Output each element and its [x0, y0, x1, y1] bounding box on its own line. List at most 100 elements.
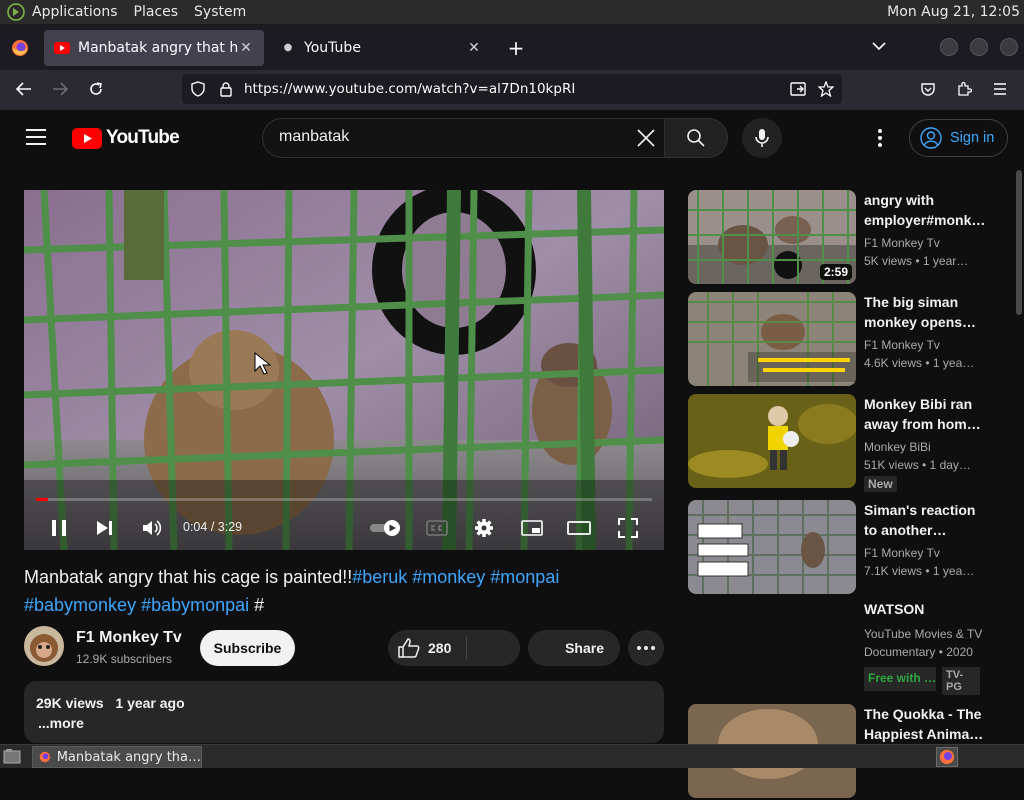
free-with-ads-badge: Free with … [864, 667, 936, 691]
recommendation-thumbnail[interactable] [688, 500, 856, 594]
recommendation-channel[interactable]: F1 Monkey Tv [864, 338, 940, 352]
youtube-favicon-icon [54, 41, 70, 54]
like-button[interactable]: 280 [398, 630, 451, 666]
subscribe-button[interactable]: Subscribe [200, 630, 295, 666]
voice-search-button[interactable] [742, 118, 782, 158]
guide-menu-icon[interactable] [26, 129, 46, 145]
recommendation-thumbnail[interactable] [688, 292, 856, 386]
firefox-icon [39, 751, 51, 763]
gear-icon [475, 519, 493, 537]
recommendation-item[interactable]: 2:59 angry with employer#monk… F1 Monkey… [688, 190, 1018, 286]
recommendation-channel[interactable]: F1 Monkey Tv [864, 236, 940, 250]
address-bar[interactable]: https://www.youtube.com/watch?v=al7Dn10k… [182, 74, 842, 104]
subtitles-button[interactable] [422, 514, 452, 542]
bookmark-star-icon[interactable] [818, 81, 834, 97]
total-duration: 3:29 [217, 520, 243, 534]
menu-places[interactable]: Places [134, 4, 179, 20]
next-button[interactable] [90, 514, 120, 542]
thumbs-up-icon [398, 638, 420, 658]
recommendation-item[interactable]: Siman's reaction to another… F1 Monkey T… [688, 500, 1018, 596]
gnome-foot-icon[interactable] [6, 2, 26, 22]
search-button[interactable] [664, 118, 728, 158]
recommendation-item[interactable]: Monkey Bibi ran away from hom… Monkey Bi… [688, 394, 1018, 492]
recommendation-title[interactable]: Siman's reaction to another… [864, 500, 1012, 540]
dislike-button[interactable] [472, 630, 516, 666]
page-scrollbar[interactable] [1016, 170, 1022, 315]
show-more-link[interactable]: ...more [38, 715, 84, 731]
fullscreen-button[interactable] [613, 514, 643, 542]
show-desktop-icon[interactable] [2, 748, 22, 766]
movie-recommendation[interactable]: WATSON YouTube Movies & TV Documentary •… [864, 601, 1014, 695]
search-input[interactable] [279, 128, 619, 146]
video-player[interactable]: 0:04 / 3:29 [24, 190, 664, 550]
firefox-icon[interactable] [0, 25, 40, 70]
recommendation-meta: 5K views • 1 year… [864, 254, 969, 268]
app-menu-icon[interactable] [986, 75, 1014, 103]
title-line: The big siman [864, 294, 959, 310]
list-all-tabs-button[interactable] [868, 35, 890, 57]
minimize-button[interactable] [940, 38, 958, 56]
clear-search-icon[interactable] [635, 127, 657, 149]
movie-title[interactable]: WATSON [864, 601, 1014, 617]
video-title-text: Manbatak angry that his cage is painted!… [24, 567, 353, 587]
hashtags-line-2[interactable]: #babymonkey #babymonpai [24, 595, 249, 615]
back-button[interactable] [10, 75, 38, 103]
youtube-logo[interactable]: YouTube [72, 127, 180, 149]
channel-name[interactable]: F1 Monkey Tv [76, 629, 182, 647]
recommendation-channel[interactable]: Monkey BiBi [864, 440, 931, 454]
taskbar-window-firefox[interactable]: Manbatak angry tha… [32, 746, 202, 768]
settings-menu-button[interactable] [870, 126, 890, 150]
menu-system[interactable]: System [194, 4, 246, 20]
close-tab-icon[interactable]: ✕ [466, 40, 482, 56]
more-actions-button[interactable] [628, 630, 664, 666]
miniplayer-button[interactable] [517, 514, 547, 542]
hashtags-line-1[interactable]: #beruk #monkey #monpai [352, 567, 559, 587]
lock-icon[interactable] [218, 81, 234, 97]
recommendation-thumbnail[interactable] [688, 394, 856, 488]
recommendation-title[interactable]: The Quokka - The Happiest Anima… [864, 704, 1012, 744]
system-clock[interactable]: Mon Aug 21, 12:05 [887, 4, 1020, 20]
maximize-button[interactable] [970, 38, 988, 56]
menu-applications[interactable]: Applications [32, 4, 118, 20]
workspace-switcher[interactable] [936, 747, 958, 767]
browser-tab-bar: Manbatak angry that his cage is painted … [0, 25, 1024, 70]
like-divider [466, 636, 467, 660]
tab-youtube[interactable]: ● YouTube ✕ [270, 30, 492, 66]
recommendation-thumbnail[interactable]: 2:59 [688, 190, 856, 284]
channel-avatar[interactable] [24, 626, 64, 666]
reader-view-icon[interactable] [790, 81, 806, 97]
close-tab-icon[interactable]: ✕ [238, 40, 254, 56]
extensions-icon[interactable] [950, 75, 978, 103]
recommendation-item[interactable]: The big siman monkey opens… F1 Monkey Tv… [688, 292, 1018, 388]
settings-button[interactable] [469, 514, 499, 542]
recommendation-title[interactable]: Monkey Bibi ran away from hom… [864, 394, 1012, 434]
shield-icon[interactable] [190, 81, 206, 97]
microphone-icon [755, 129, 769, 147]
close-window-button[interactable] [1000, 38, 1018, 56]
pocket-icon[interactable] [914, 75, 942, 103]
progress-played [36, 498, 49, 501]
sign-in-button[interactable]: Sign in [909, 119, 1008, 157]
window-controls [940, 38, 1018, 56]
pause-button[interactable] [44, 514, 74, 542]
youtube-wordmark: YouTube [106, 127, 180, 148]
search-box[interactable] [262, 118, 664, 158]
tab-title: Manbatak angry that his cage is painted [78, 39, 238, 56]
time-separator: / [210, 520, 218, 534]
recommendation-channel[interactable]: F1 Monkey Tv [864, 546, 940, 560]
share-button[interactable]: Share [528, 630, 620, 666]
autoplay-toggle[interactable] [368, 514, 404, 542]
forward-button[interactable] [46, 75, 74, 103]
theater-mode-button[interactable] [564, 514, 594, 542]
recommendation-title[interactable]: The big siman monkey opens… [864, 292, 1012, 332]
mute-button[interactable] [137, 514, 167, 542]
new-tab-button[interactable]: + [502, 34, 530, 62]
title-line: Happiest Anima… [864, 726, 984, 742]
closed-captions-icon [426, 520, 448, 536]
progress-bar[interactable] [36, 498, 652, 501]
recommendation-title[interactable]: angry with employer#monk… [864, 190, 1012, 230]
reload-button[interactable] [82, 75, 110, 103]
tab-video[interactable]: Manbatak angry that his cage is painted … [44, 29, 264, 66]
autoplay-toggle-icon [370, 520, 400, 536]
description-box[interactable]: 29K views 1 year ago ...more [24, 681, 664, 743]
